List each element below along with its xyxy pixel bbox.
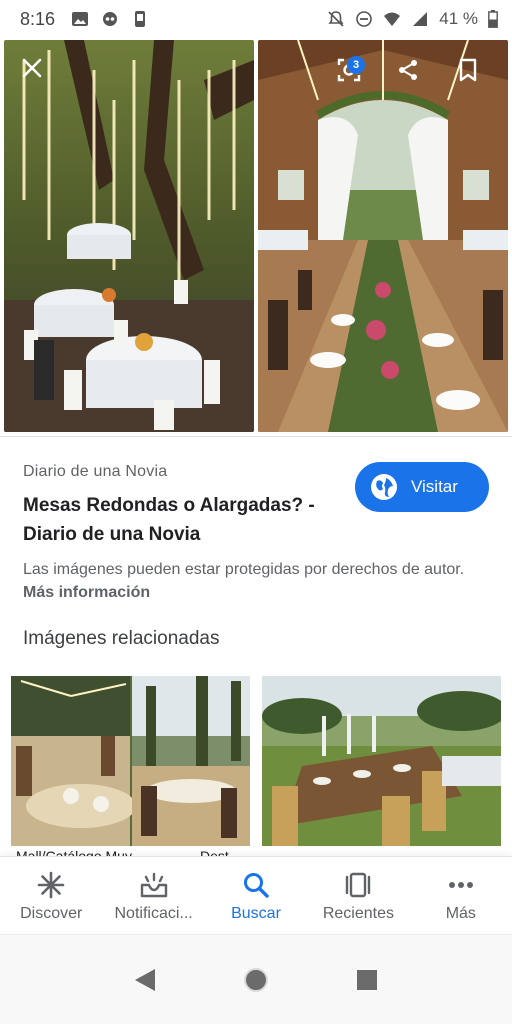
share-button[interactable] <box>390 52 426 88</box>
nav-more[interactable]: Más <box>410 857 512 934</box>
bookmark-button[interactable] <box>450 52 486 88</box>
battery-icon <box>488 10 498 28</box>
related-caption-1: Mall/Catálogo Muy... <box>16 848 143 856</box>
nav-label-more: Más <box>445 905 476 922</box>
nav-label-recents: Recientes <box>322 905 394 922</box>
home-circle-icon <box>243 967 268 992</box>
signal-icon <box>413 12 428 26</box>
preview-image-long-tables[interactable] <box>258 40 508 432</box>
copyright-notice: Las imágenes pueden estar protegidas por… <box>23 558 483 604</box>
do-not-disturb-icon <box>356 11 373 27</box>
gallery-notification-icon <box>72 12 89 26</box>
phone-notification-icon <box>135 11 146 27</box>
preview-image-round-tables[interactable] <box>4 40 254 432</box>
nav-notifications[interactable]: Notificaci... <box>102 857 204 934</box>
nav-label-notifications: Notificaci... <box>114 905 193 922</box>
status-bar: 8:16 41 % <box>0 0 512 38</box>
nav-recents[interactable]: Recientes <box>307 857 409 934</box>
incognito-notification-icon <box>103 12 118 26</box>
image-details: Diario de una Novia Mesas Redondas o Ala… <box>0 436 512 658</box>
close-icon <box>22 58 42 78</box>
back-triangle-icon <box>135 968 156 991</box>
nav-search[interactable]: Buscar <box>205 857 307 934</box>
overview-square-icon <box>356 969 377 990</box>
nav-label-search: Buscar <box>231 905 281 922</box>
battery-percent: 41 % <box>439 9 478 28</box>
image-viewer: 3 <box>0 38 512 436</box>
related-images-heading: Imágenes relacionadas <box>23 628 220 649</box>
wifi-icon <box>384 12 401 26</box>
related-caption-2: Dest... <box>200 848 241 856</box>
recents-icon <box>346 872 371 898</box>
globe-icon <box>371 474 397 500</box>
mute-icon <box>328 11 344 27</box>
asterisk-icon <box>37 871 65 899</box>
more-icon <box>448 882 473 888</box>
bottom-navigation: Discover Notificaci... Buscar Recientes … <box>0 856 512 934</box>
source-site-name: Diario de una Novia <box>23 463 168 480</box>
bookmark-icon <box>459 58 477 82</box>
home-button[interactable] <box>234 958 278 1002</box>
notification-tray-icon <box>140 872 167 898</box>
close-button[interactable] <box>14 50 50 86</box>
search-icon <box>244 873 269 898</box>
visit-button[interactable]: Visitar <box>355 462 489 512</box>
copyright-text: Las imágenes pueden estar protegidas por… <box>23 561 465 578</box>
visit-label: Visitar <box>411 477 458 496</box>
related-images-row: Mall/Catálogo Muy... Dest... <box>0 676 512 856</box>
nav-label-discover: Discover <box>20 905 83 922</box>
status-time: 8:16 <box>20 8 56 29</box>
nav-discover[interactable]: Discover <box>0 857 102 934</box>
lens-button[interactable]: 3 <box>331 52 367 88</box>
result-title[interactable]: Mesas Redondas o Alargadas? - Diario de … <box>23 491 343 549</box>
system-navigation-bar <box>0 934 512 1024</box>
lens-badge: 3 <box>347 56 365 74</box>
back-button[interactable] <box>123 958 167 1002</box>
more-info-link[interactable]: Más información <box>23 584 150 601</box>
recent-apps-button[interactable] <box>345 958 389 1002</box>
related-image-1[interactable] <box>11 676 250 846</box>
related-image-2[interactable] <box>262 676 501 846</box>
share-icon <box>399 60 417 80</box>
